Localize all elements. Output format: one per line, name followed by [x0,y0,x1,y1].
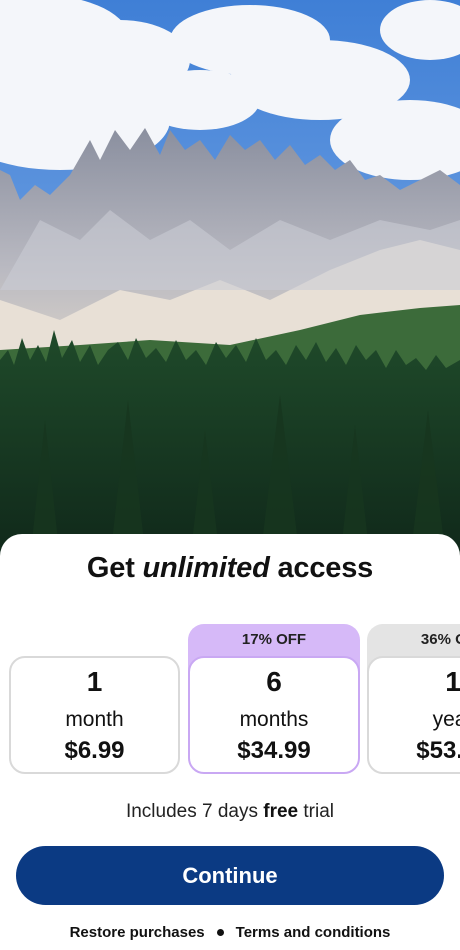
paywall-title: Get unlimited access [86,552,374,584]
plan-card-6-months[interactable]: 6 months $34.99 [188,656,360,774]
plan-unit: year [432,708,460,731]
plan-price: $6.99 [64,737,125,764]
paywall-sheet: Get unlimited access 1 month $6.99 17% O… [0,534,460,950]
trial-info: Includes 7 days free trial [125,801,335,822]
plan-number: 1 [445,666,460,697]
terms-link[interactable]: Terms and conditions [236,924,391,941]
plan-price: $34.99 [237,737,311,764]
hero-image [0,0,460,560]
continue-button[interactable]: Continue [16,846,444,905]
plan-card-1-month[interactable]: 1 month $6.99 [9,656,180,774]
title-emphasis: unlimited [142,552,270,584]
plan-list: 1 month $6.99 17% OFF 6 months $34.99 36… [0,624,460,784]
plan-price: $53.99 [416,737,460,764]
trial-free: free [263,801,299,822]
plan-number: 6 [266,666,282,697]
footer-links: Restore purchases Terms and conditions [0,924,460,941]
separator-dot [216,928,224,936]
plan-number: 1 [86,666,103,697]
plan-unit: months [239,708,309,731]
plan-card-1-year[interactable]: 1 year $53.99 [367,656,460,774]
restore-purchases-link[interactable]: Restore purchases [70,924,205,941]
plan-unit: month [65,708,124,731]
